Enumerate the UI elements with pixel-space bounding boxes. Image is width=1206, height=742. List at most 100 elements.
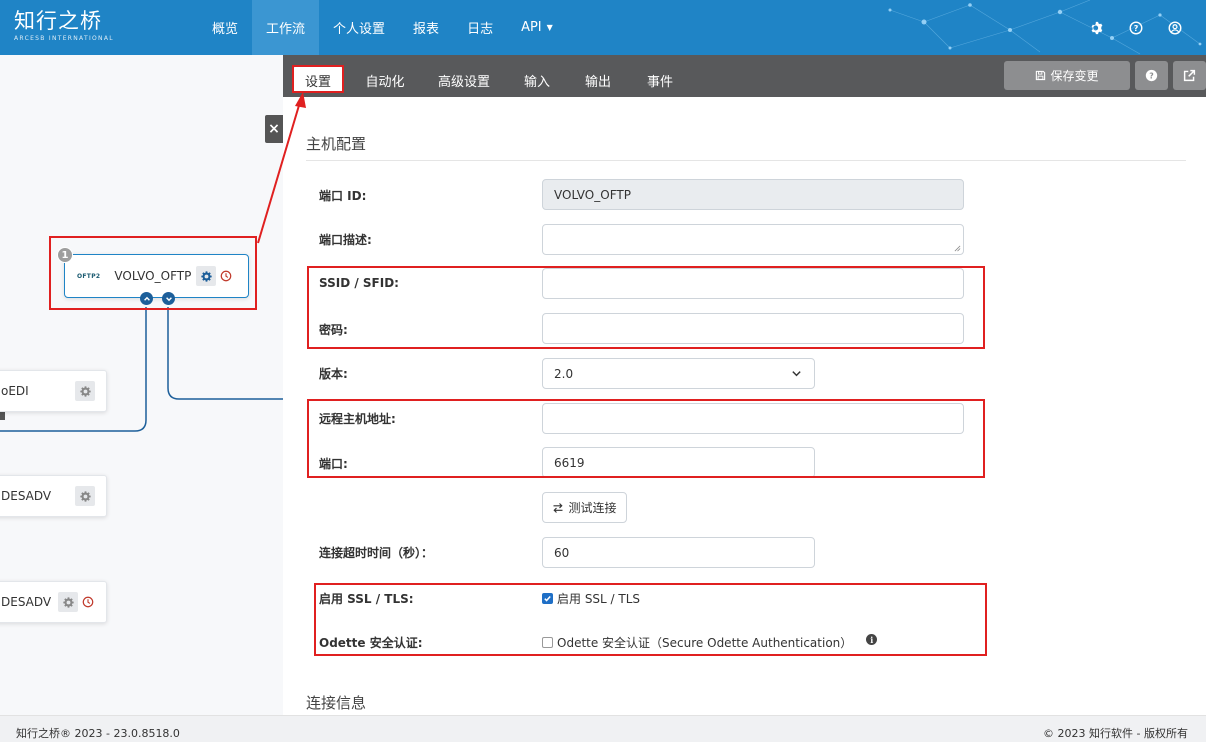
ssl-tls-checkbox-group: 启用 SSL / TLS — [542, 590, 640, 607]
tab-automation-label: 自动化 — [365, 74, 405, 90]
node-schedule-clock-icon[interactable] — [218, 268, 234, 284]
brand-name: 知行之桥 — [14, 9, 102, 33]
ssl-tls-checkbox[interactable] — [542, 593, 553, 604]
tab-output-label: 输出 — [584, 74, 611, 90]
close-panel-button[interactable]: × — [265, 115, 283, 143]
nav-reports[interactable]: 报表 — [399, 0, 453, 55]
remote-host-label: 远程主机地址: — [319, 412, 396, 426]
tab-settings-label: 设置 — [304, 74, 331, 90]
port-description-label: 端口描述: — [319, 233, 372, 247]
nav-reports-label: 报表 — [413, 22, 440, 37]
port-label: 端口: — [319, 457, 348, 471]
node-schedule-clock-icon[interactable] — [80, 594, 96, 610]
svg-text:?: ? — [1149, 71, 1153, 80]
brand-logo[interactable]: 知行之桥 ARCESB INTERNATIONAL — [14, 8, 114, 42]
ssid-sfid-label: SSID / SFID: — [319, 276, 399, 290]
nav-overview-label: 概览 — [212, 22, 239, 37]
oftp2-logo: OFTP2 — [77, 272, 101, 280]
settings-gear-icon[interactable] — [1089, 20, 1104, 35]
top-navbar: 知行之桥 ARCESB INTERNATIONAL 概览 工作流 个人设置 报表… — [0, 0, 1206, 55]
version-label: 版本: — [319, 367, 348, 381]
workflow-canvas[interactable]: OFTP2 VOLVO_OFTP 1 oEDI DESADV DESADV × — [0, 55, 283, 715]
tab-automation[interactable]: 自动化 — [356, 67, 414, 93]
workflow-node-oedi[interactable]: oEDI — [0, 370, 107, 412]
tab-output[interactable]: 输出 — [578, 67, 618, 93]
node-settings-gear-icon[interactable] — [58, 592, 78, 612]
top-icons: ? — [1089, 0, 1182, 55]
node-settings-gear-icon[interactable] — [75, 381, 95, 401]
workflow-node-desadv-2[interactable]: DESADV — [0, 581, 107, 623]
node-label: DESADV — [1, 595, 52, 609]
node-settings-gear-icon[interactable] — [75, 486, 95, 506]
resize-grip-icon[interactable] — [954, 245, 961, 252]
workflow-node-volvo-oftp[interactable]: OFTP2 VOLVO_OFTP — [64, 254, 249, 298]
ssid-sfid-input[interactable] — [542, 268, 964, 299]
section-divider — [306, 160, 1186, 161]
node-label: DESADV — [1, 489, 52, 503]
tab-events-label: 事件 — [646, 74, 673, 90]
version-value: 2.0 — [554, 366, 574, 381]
tab-events[interactable]: 事件 — [640, 67, 680, 93]
nav-profile[interactable]: 个人设置 — [319, 0, 399, 55]
exchange-arrows-icon — [553, 502, 564, 513]
main-nav: 概览 工作流 个人设置 报表 日志 API ▼ — [198, 0, 567, 55]
port-input[interactable]: 6619 — [542, 447, 815, 478]
tab-settings[interactable]: 设置 — [293, 67, 343, 93]
nav-logs[interactable]: 日志 — [453, 0, 507, 55]
node-number-badge: 1 — [57, 247, 73, 263]
port-value: 6619 — [554, 455, 585, 470]
ssl-tls-checkbox-label: 启用 SSL / TLS — [557, 592, 641, 606]
port-id-field[interactable]: VOLVO_OFTP — [542, 179, 964, 210]
help-button[interactable]: ? — [1135, 61, 1168, 90]
timeout-input[interactable]: 60 — [542, 537, 815, 568]
external-link-icon — [1183, 69, 1196, 82]
help-icon[interactable]: ? — [1128, 20, 1143, 35]
odette-auth-checkbox[interactable] — [542, 637, 553, 648]
nav-workflow[interactable]: 工作流 — [252, 0, 320, 55]
floppy-disk-icon — [1036, 70, 1046, 81]
odette-auth-checkbox-group: Odette 安全认证（Secure Odette Authentication… — [542, 634, 878, 651]
svg-text:?: ? — [1133, 23, 1138, 32]
footer: 知行之桥® 2023 - 23.0.8518.0 © 2023 知行软件 - 版… — [0, 715, 1206, 742]
open-external-button[interactable] — [1173, 61, 1206, 90]
user-account-icon[interactable] — [1167, 20, 1182, 35]
output-port-chevron-down-icon[interactable] — [162, 292, 175, 305]
odette-auth-label: Odette 安全认证: — [319, 636, 423, 650]
input-port-chevron-up-icon[interactable] — [140, 292, 153, 305]
node-settings-gear-icon[interactable] — [196, 266, 216, 286]
port-description-textarea[interactable] — [542, 224, 964, 255]
tab-input[interactable]: 输入 — [517, 67, 557, 93]
tab-input-label: 输入 — [523, 74, 550, 90]
test-connection-button[interactable]: 测试连接 — [542, 492, 627, 523]
password-label: 密码: — [319, 323, 348, 337]
ssl-tls-label: 启用 SSL / TLS: — [319, 592, 414, 606]
version-select[interactable]: 2.0 — [542, 358, 815, 389]
timeout-label: 连接超时时间（秒）： — [319, 546, 434, 560]
nav-api[interactable]: API ▼ — [507, 0, 567, 55]
odette-auth-checkbox-label: Odette 安全认证（Secure Odette Authentication… — [557, 636, 853, 650]
caret-down-icon: ▼ — [546, 23, 553, 32]
question-circle-icon: ? — [1145, 69, 1158, 82]
node-label: oEDI — [1, 384, 29, 398]
footer-version: 知行之桥® 2023 - 23.0.8518.0 — [16, 727, 180, 740]
workflow-node-desadv-1[interactable]: DESADV — [0, 475, 107, 517]
info-icon[interactable]: i — [866, 634, 878, 645]
password-input[interactable] — [542, 313, 964, 344]
remote-host-input[interactable] — [542, 403, 964, 434]
save-changes-label: 保存变更 — [1050, 69, 1099, 83]
nav-workflow-label: 工作流 — [266, 22, 306, 37]
tab-advanced[interactable]: 高级设置 — [433, 67, 495, 93]
nav-overview[interactable]: 概览 — [198, 0, 252, 55]
brand-subtitle: ARCESB INTERNATIONAL — [14, 35, 114, 42]
checkmark-icon — [544, 596, 551, 602]
save-changes-button[interactable]: 保存变更 — [1004, 61, 1130, 90]
port-id-label: 端口 ID: — [319, 189, 367, 203]
tab-advanced-label: 高级设置 — [437, 74, 490, 90]
test-connection-label: 测试连接 — [568, 501, 617, 515]
node-label: VOLVO_OFTP — [114, 269, 192, 283]
settings-content: 主机配置 端口 ID: VOLVO_OFTP 端口描述: SSID / SFID… — [283, 97, 1206, 715]
chevron-down-icon — [792, 371, 801, 377]
timeout-value: 60 — [554, 545, 570, 560]
footer-copyright: © 2023 知行软件 - 版权所有 — [1043, 727, 1188, 740]
nav-api-label: API — [521, 20, 542, 35]
